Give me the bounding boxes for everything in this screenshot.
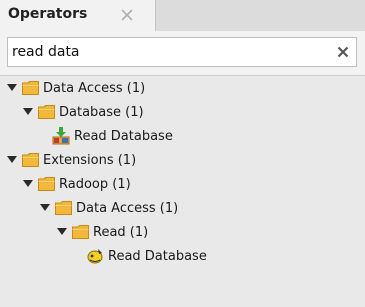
tree-node-radoop-data-access[interactable]: Data Access (1) [39, 196, 178, 220]
tab-title: Operators [8, 6, 88, 22]
folder-icon [37, 176, 55, 192]
search-input[interactable] [8, 38, 328, 66]
database-download-icon [52, 127, 70, 145]
tree-node-label: Read Database [74, 128, 173, 144]
folder-icon [71, 224, 89, 240]
expand-arrow-icon[interactable] [56, 226, 68, 238]
expand-arrow-icon[interactable] [39, 202, 51, 214]
tree-node-database[interactable]: Database (1) [22, 100, 144, 124]
search-box [7, 37, 357, 67]
tree-node-read[interactable]: Read (1) [56, 220, 148, 244]
tree-node-extensions[interactable]: Extensions (1) [6, 148, 136, 172]
folder-icon [21, 80, 39, 96]
expand-arrow-icon[interactable] [6, 154, 18, 166]
tab-bar: Operators [0, 0, 365, 31]
tree-node-data-access[interactable]: Data Access (1) [6, 76, 145, 100]
tree-node-label: Data Access (1) [43, 80, 146, 96]
radoop-operator-icon [86, 248, 104, 264]
clear-search-icon[interactable] [333, 42, 353, 62]
expand-arrow-icon[interactable] [22, 106, 34, 118]
expand-arrow-icon[interactable] [6, 82, 18, 94]
folder-icon [37, 104, 55, 120]
tab-operators[interactable]: Operators [0, 0, 156, 31]
tree-node-label: Radoop (1) [59, 176, 131, 192]
operator-tree: Data Access (1) Database (1) Read Databa… [0, 75, 365, 307]
tree-node-label: Read (1) [93, 224, 149, 240]
tree-node-label: Data Access (1) [76, 200, 179, 216]
folder-icon [21, 152, 39, 168]
close-icon[interactable] [117, 5, 137, 25]
tree-leaf-read-database[interactable]: Read Database [52, 124, 173, 148]
expand-arrow-icon[interactable] [22, 178, 34, 190]
tree-node-radoop[interactable]: Radoop (1) [22, 172, 131, 196]
folder-icon [54, 200, 72, 216]
operators-panel: Data Access (1) Database (1) Read [0, 31, 365, 307]
tree-node-label: Database (1) [59, 104, 144, 120]
tree-leaf-radoop-read-database[interactable]: Read Database [86, 244, 207, 268]
tree-node-label: Read Database [108, 248, 207, 264]
tree-node-label: Extensions (1) [43, 152, 137, 168]
